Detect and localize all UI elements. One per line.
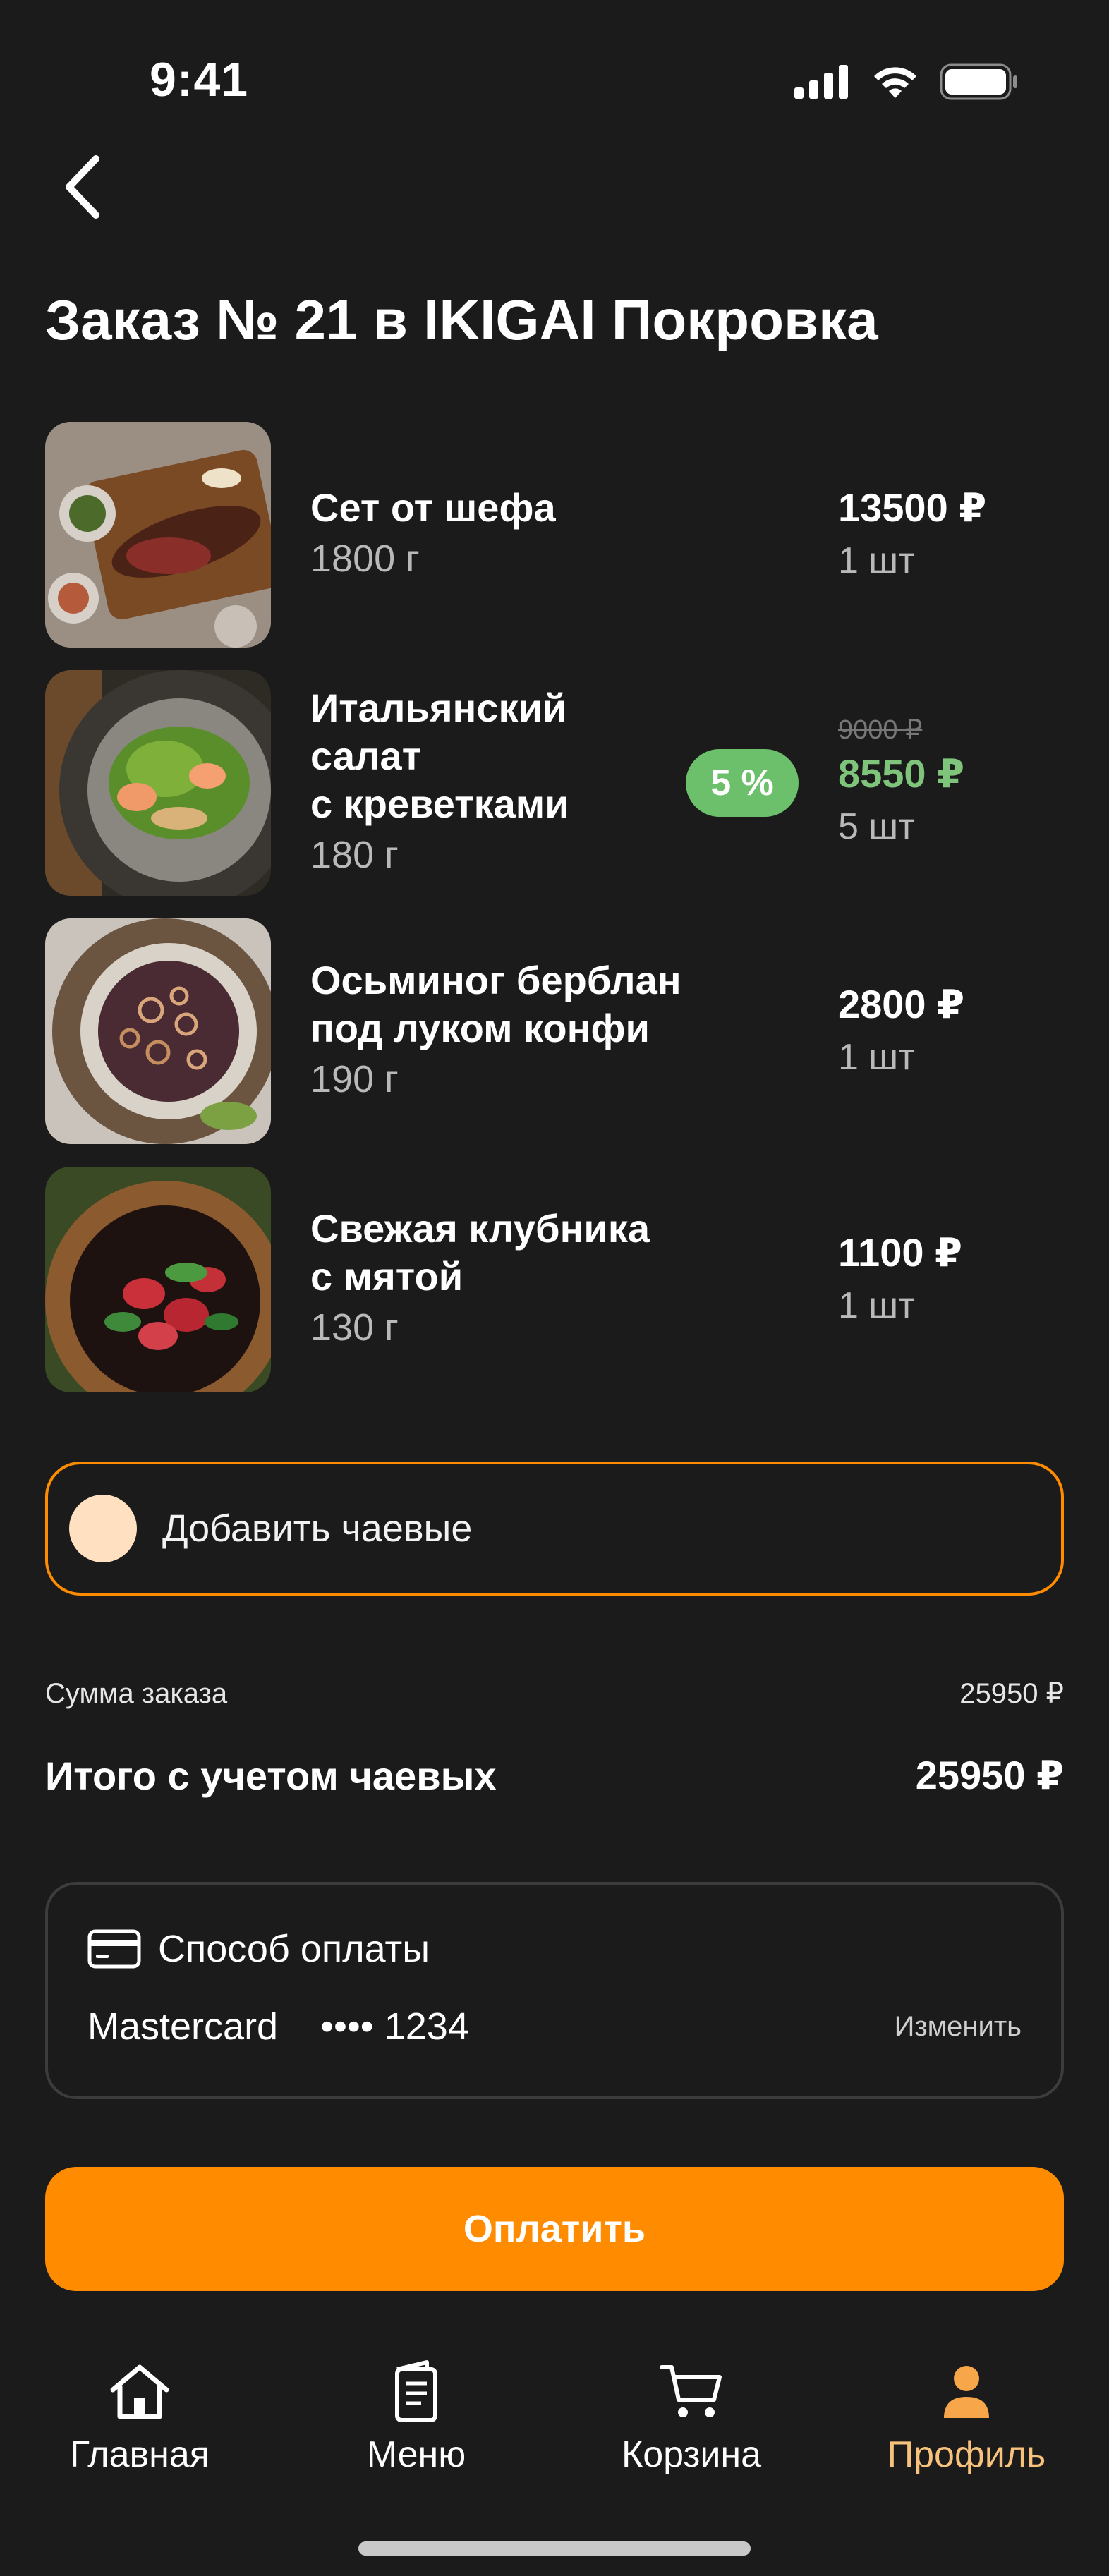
item-name: Итальянский салат с креветками — [310, 686, 569, 826]
tab-profile[interactable]: Профиль — [861, 2356, 1072, 2476]
item-info: Осьминог берблан под луком конфи 190 г — [310, 918, 734, 1144]
item-quantity: 1 шт — [838, 1037, 915, 1078]
change-payment-link[interactable]: Изменить — [895, 2011, 1022, 2043]
card-number: •••• 1234 — [320, 2005, 469, 2048]
status-bar: 9:41 — [0, 0, 1109, 127]
item-name: Свежая клубника с мятой — [310, 1206, 650, 1299]
signal-icon — [794, 65, 848, 99]
order-item[interactable]: Осьминог берблан под луком конфи 190 г 2… — [45, 918, 1064, 1167]
item-info: Свежая клубника с мятой 130 г — [310, 1167, 734, 1392]
item-price-box: 2800 ₽ 1 шт — [838, 918, 1071, 1144]
tab-menu[interactable]: Меню — [310, 2356, 522, 2476]
discount-badge: 5 % — [686, 749, 799, 817]
item-price-box: 1100 ₽ 1 шт — [838, 1167, 1071, 1392]
item-weight: 190 г — [310, 1058, 399, 1100]
order-items-list: Сет от шефа 1800 г 13500 ₽ 1 шт Итальянс… — [45, 422, 1064, 1415]
item-photo — [45, 422, 271, 648]
item-weight: 1800 г — [310, 537, 420, 580]
item-price: 13500 ₽ — [838, 485, 987, 530]
item-info: Сет от шефа 1800 г — [310, 422, 734, 648]
wifi-icon — [874, 67, 916, 98]
home-icon — [110, 2364, 169, 2419]
payment-row: Mastercard •••• 1234 Изменить — [87, 2005, 1022, 2048]
item-price: 2800 ₽ — [838, 982, 965, 1026]
item-name: Сет от шефа — [310, 485, 556, 530]
tab-home[interactable]: Главная — [34, 2356, 246, 2476]
item-price: 1100 ₽ — [838, 1230, 963, 1275]
item-name: Осьминог берблан под луком конфи — [310, 958, 681, 1050]
order-sum-value: 25950 ₽ — [959, 1678, 1064, 1709]
back-button[interactable] — [54, 148, 110, 226]
tab-bar: Главная Меню Корзина Профиль — [0, 2356, 1109, 2497]
item-weight: 130 г — [310, 1306, 399, 1349]
page-title: Заказ № 21 в IKIGAI Покровка — [45, 288, 878, 351]
tab-label: Меню — [366, 2434, 466, 2475]
item-photo — [45, 1167, 271, 1392]
order-item[interactable]: Итальянский салат с креветками 180 г 5 %… — [45, 670, 1064, 918]
battery-icon — [940, 63, 1017, 100]
item-info: Итальянский салат с креветками 180 г — [310, 670, 734, 896]
tab-cart[interactable]: Корзина — [586, 2356, 797, 2476]
tips-radio-circle[interactable] — [69, 1495, 137, 1562]
order-item[interactable]: Сет от шефа 1800 г 13500 ₽ 1 шт — [45, 422, 1064, 670]
item-photo — [45, 918, 271, 1144]
item-weight: 180 г — [310, 834, 399, 876]
tab-label: Корзина — [621, 2434, 762, 2475]
home-indicator — [358, 2541, 751, 2556]
order-sum-row: Сумма заказа 25950 ₽ — [45, 1677, 1064, 1710]
payment-method-card: Способ оплаты Mastercard •••• 1234 Измен… — [45, 1882, 1064, 2099]
order-item[interactable]: Свежая клубника с мятой 130 г 1100 ₽ 1 ш… — [45, 1167, 1064, 1415]
total-label: Итого с учетом чаевых — [45, 1753, 497, 1798]
item-price-box: 13500 ₽ 1 шт — [838, 422, 1071, 648]
profile-icon — [944, 2366, 989, 2418]
menu-book-icon — [395, 2360, 437, 2422]
tab-label: Главная — [70, 2434, 210, 2475]
item-quantity: 5 шт — [838, 806, 915, 847]
card-brand: Mastercard — [87, 2005, 279, 2048]
status-icons — [794, 63, 1019, 100]
cart-icon — [660, 2365, 722, 2417]
tips-label: Добавить чаевые — [162, 1507, 473, 1550]
item-price-box: 9000 ₽ 8550 ₽ 5 шт — [838, 670, 1071, 896]
credit-card-icon — [87, 1929, 141, 1969]
total-row: Итого с учетом чаевых 25950 ₽ — [45, 1752, 1064, 1799]
payment-header: Способ оплаты — [87, 1927, 430, 1971]
item-quantity: 1 шт — [838, 540, 915, 581]
item-old-price: 9000 ₽ — [838, 715, 923, 745]
item-discounted-price: 8550 ₽ — [838, 751, 965, 796]
pay-button[interactable]: Оплатить — [45, 2167, 1064, 2291]
item-quantity: 1 шт — [838, 1285, 915, 1326]
add-tips-button[interactable]: Добавить чаевые — [45, 1462, 1064, 1596]
status-time: 9:41 — [150, 53, 249, 107]
payment-title: Способ оплаты — [158, 1928, 430, 1970]
tab-label: Профиль — [887, 2434, 1046, 2475]
order-sum-label: Сумма заказа — [45, 1677, 228, 1709]
chevron-left-icon — [66, 155, 99, 219]
item-photo — [45, 670, 271, 896]
total-value: 25950 ₽ — [915, 1753, 1064, 1797]
